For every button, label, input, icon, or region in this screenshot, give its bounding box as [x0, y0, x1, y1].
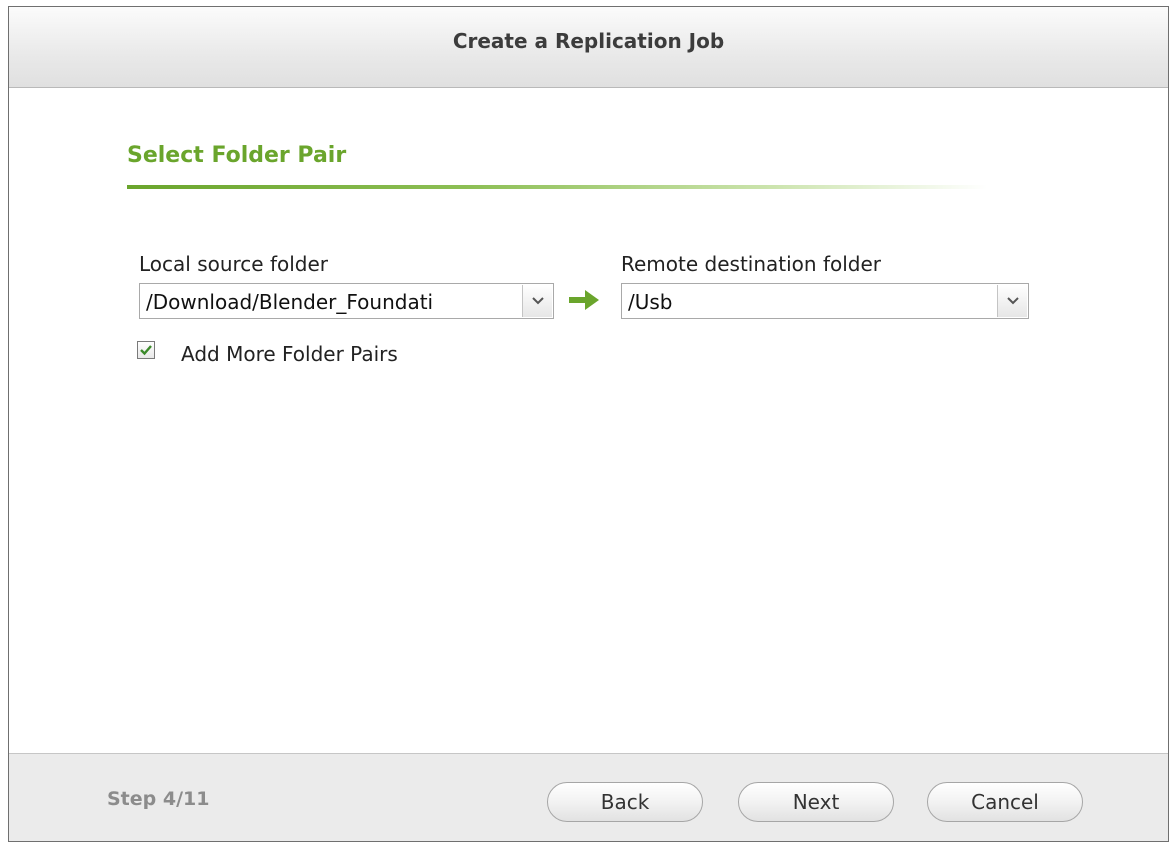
back-button[interactable]: Back [547, 782, 703, 822]
dialog-title: Create a Replication Job [452, 29, 725, 53]
next-button[interactable]: Next [738, 782, 894, 822]
section-divider [127, 185, 987, 189]
add-more-folder-pairs-label: Add More Folder Pairs [181, 342, 398, 366]
step-indicator: Step 4/11 [107, 788, 210, 810]
section-title: Select Folder Pair [127, 143, 347, 168]
title-bar: Create a Replication Job [9, 7, 1168, 88]
source-folder-label: Local source folder [139, 252, 329, 276]
replication-job-dialog: Create a Replication Job Select Folder P… [8, 6, 1169, 842]
add-more-folder-pairs-checkbox[interactable] [137, 341, 155, 359]
destination-folder-value: /Usb [628, 290, 673, 314]
arrow-right-icon [569, 290, 599, 310]
cancel-button[interactable]: Cancel [927, 782, 1083, 822]
destination-folder-select[interactable]: /Usb [621, 283, 1029, 319]
source-folder-value: /Download/Blender_Foundati [146, 290, 434, 314]
source-folder-select[interactable]: /Download/Blender_Foundati [139, 283, 554, 319]
chevron-down-icon[interactable] [997, 285, 1027, 317]
destination-folder-label: Remote destination folder [621, 252, 881, 276]
dialog-footer: Step 4/11 Back Next Cancel [9, 753, 1168, 841]
chevron-down-icon[interactable] [522, 285, 552, 317]
check-icon [140, 345, 152, 356]
